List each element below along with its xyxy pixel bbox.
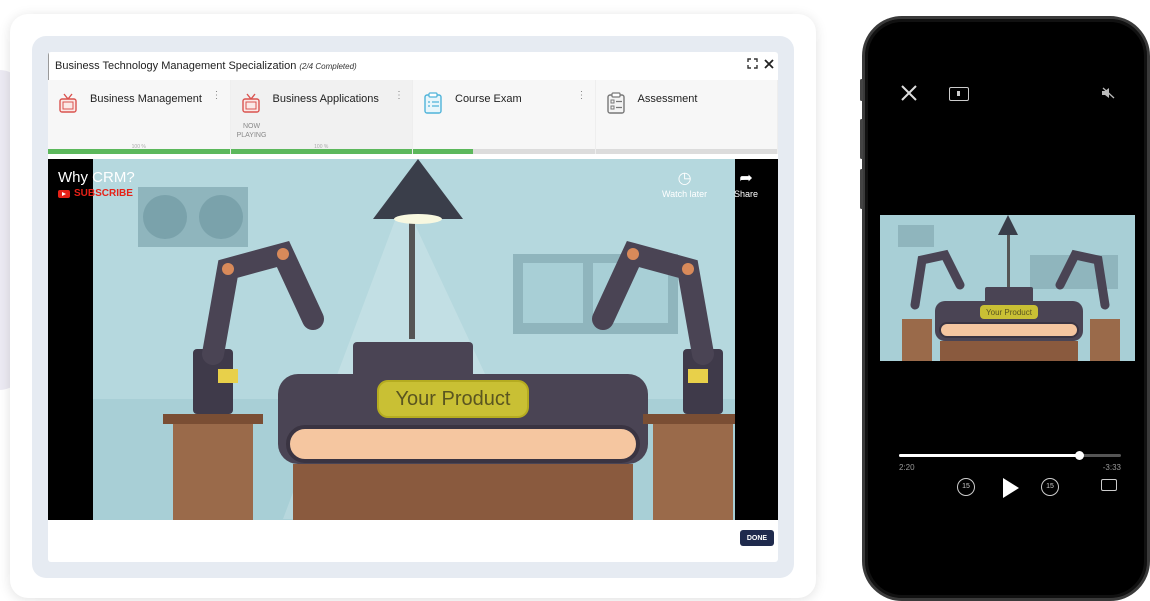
tv-icon <box>241 93 260 113</box>
share-icon: ➦ <box>739 170 753 187</box>
tab-progress-bar <box>595 149 777 154</box>
phone-seek-fill <box>899 454 1079 457</box>
done-button[interactable]: DONE <box>740 530 774 546</box>
phone-side-button <box>860 79 863 101</box>
phone-screen: Your Product 2:20 -3:33 15 15 <box>877 31 1135 592</box>
course-player: Business Technology Management Specializ… <box>48 52 778 562</box>
screenshot-stage: Business Technology Management Specializ… <box>0 0 1150 601</box>
remaining-time: -3:33 <box>1102 463 1121 472</box>
subscribe-button[interactable]: SUBSCRIBE <box>58 188 133 199</box>
phone-playback-controls: 15 15 <box>957 476 1067 500</box>
tablet-device: Business Technology Management Specializ… <box>10 14 816 598</box>
phone-video-frame[interactable]: Your Product <box>880 215 1135 361</box>
now-playing-label: NOW PLAYING <box>236 123 267 139</box>
clipboard-icon <box>424 92 442 114</box>
tab-business-applications[interactable]: Business Applications ⋮ NOW PLAYING 100 … <box>230 80 413 154</box>
tab-label: Assessment <box>637 93 698 105</box>
header-actions <box>747 58 774 69</box>
phone-side-button <box>860 119 863 159</box>
phone-product-label: Your Product <box>986 308 1033 317</box>
captions-icon[interactable] <box>1101 479 1117 491</box>
course-header: Business Technology Management Specializ… <box>48 52 778 80</box>
elapsed-time: 2:20 <box>899 463 915 472</box>
course-title-text: Business Technology Management Specializ… <box>55 60 297 72</box>
phone-device: Your Product 2:20 -3:33 15 15 <box>860 16 1150 601</box>
tab-progress-fill <box>413 149 473 154</box>
share-button[interactable]: ➦ Share <box>734 169 758 199</box>
tab-progress-bar <box>413 149 595 154</box>
product-label: Your Product <box>396 388 511 410</box>
video-player[interactable]: Your Product Why CRM? SUBSCRIBE ◷ Watch l… <box>48 159 778 520</box>
expand-icon[interactable] <box>747 58 758 69</box>
close-icon[interactable] <box>899 83 919 103</box>
tab-course-exam[interactable]: Course Exam ⋮ <box>413 80 596 154</box>
close-icon[interactable] <box>764 58 774 69</box>
watch-later-button[interactable]: ◷ Watch later <box>662 169 707 199</box>
course-progress-note: (2/4 Completed) <box>299 62 357 71</box>
video-frame-illustration: Your Product <box>93 159 735 520</box>
tab-business-management[interactable]: Business Management ⋮ 100 % <box>48 80 231 154</box>
watch-later-label: Watch later <box>662 189 708 199</box>
phone-seek-knob[interactable] <box>1075 451 1084 460</box>
share-label: Share <box>734 189 759 199</box>
clock-icon: ◷ <box>677 170 692 187</box>
module-tabs: Business Management ⋮ 100 % Business App… <box>48 80 778 154</box>
progress-percent: 100 % <box>314 144 329 150</box>
kebab-menu-icon[interactable]: ⋮ <box>212 91 222 101</box>
picture-in-picture-icon[interactable] <box>949 87 969 101</box>
phone-side-button <box>860 169 863 209</box>
tab-label: Business Management <box>90 93 202 105</box>
tab-label: Course Exam <box>455 93 522 105</box>
subscribe-label: SUBSCRIBE <box>74 188 133 199</box>
tablet-frame: Business Technology Management Specializ… <box>32 36 794 578</box>
tab-progress-bar: 100 % <box>230 144 412 154</box>
tab-label: Business Applications <box>272 93 379 105</box>
course-title: Business Technology Management Specializ… <box>55 60 357 72</box>
progress-percent: 100 % <box>131 144 146 150</box>
mute-icon[interactable] <box>1101 87 1115 99</box>
kebab-menu-icon[interactable]: ⋮ <box>394 91 404 101</box>
youtube-icon <box>58 189 70 198</box>
skip-back-icon[interactable]: 15 <box>957 478 975 496</box>
tab-progress-bar: 100 % <box>48 144 230 154</box>
video-title: Why CRM? <box>58 169 135 186</box>
clipboard-icon <box>606 92 625 114</box>
play-icon[interactable] <box>1003 478 1019 498</box>
tv-icon <box>59 93 77 113</box>
kebab-menu-icon[interactable]: ⋮ <box>577 91 587 101</box>
phone-seek-bar[interactable] <box>899 451 1121 460</box>
skip-forward-icon[interactable]: 15 <box>1041 478 1059 496</box>
tab-assessment[interactable]: Assessment <box>595 80 778 154</box>
